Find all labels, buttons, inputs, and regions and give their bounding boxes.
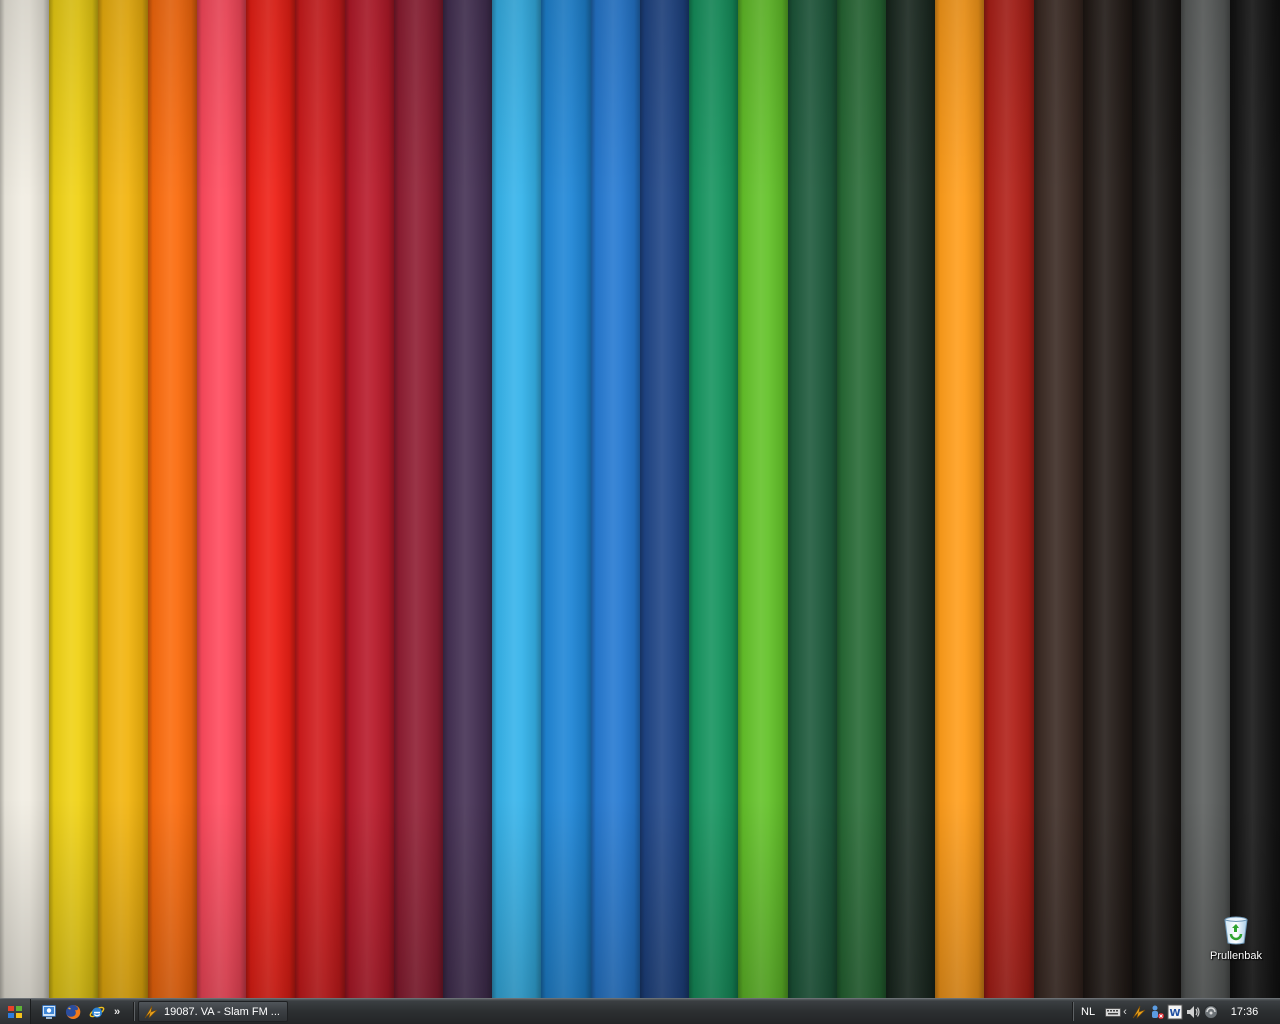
show-desktop-icon [42,1005,56,1019]
quick-launch-bar: » [38,1001,124,1023]
wallpaper-stripe [836,0,887,998]
wallpaper-stripe [1033,0,1084,998]
volume-icon[interactable] [1185,1004,1201,1020]
wallpaper-stripe [1230,0,1280,998]
wallpaper-stripe [196,0,247,998]
wallpaper-stripe [1132,0,1182,998]
task-button-winamp[interactable]: 19087. VA - Slam FM ... [138,1001,288,1022]
wallpaper-stripe [492,0,542,998]
tray-expand-chevron[interactable]: ‹ [1123,1006,1127,1018]
clock[interactable]: 17:36 [1231,1006,1259,1018]
wallpaper-stripe [49,0,99,998]
internet-explorer-launch-button[interactable] [86,1001,108,1023]
taskbar-separator [133,1002,135,1021]
wallpaper-stripe [1082,0,1133,998]
wallpaper-stripe [246,0,296,998]
show-desktop-button[interactable] [38,1001,60,1023]
wallpaper-stripe [935,0,985,998]
wallpaper-stripe [885,0,936,998]
wallpaper-stripe [442,0,493,998]
winamp-tray-icon[interactable] [1131,1004,1147,1020]
wallpaper-stripe [984,0,1034,998]
wallpaper-stripe [787,0,837,998]
language-indicator[interactable]: NL [1081,1006,1095,1018]
wallpaper-stripe [1181,0,1231,998]
wallpaper-stripe [393,0,444,998]
recycle-bin-shortcut[interactable]: Prullenbak [1203,910,1269,970]
network-user-icon[interactable] [1149,1004,1165,1020]
firefox-icon [66,1004,81,1019]
wallpaper-stripe [738,0,788,998]
winamp-icon [144,1005,158,1019]
word-icon[interactable]: W [1167,1004,1183,1020]
start-orb-icon [8,1005,22,1018]
wallpaper-stripe [689,0,739,998]
keyboard-icon[interactable] [1105,1004,1122,1020]
wallpaper-stripe [147,0,198,998]
internet-explorer-icon [89,1006,105,1018]
firefox-launch-button[interactable] [62,1001,84,1023]
wallpaper [0,0,1280,998]
taskbar: » 19087. VA - Slam FM ... NL ‹ W 17:36 [0,998,1280,1024]
system-tray: NL ‹ W 17:36 [1075,999,1280,1024]
wallpaper-stripe [590,0,641,998]
wallpaper-stripe [295,0,345,998]
tray-separator [1072,1002,1074,1021]
desktop: Prullenbak [0,0,1280,998]
svg-text:W: W [1169,1008,1180,1019]
task-button-label: 19087. VA - Slam FM ... [164,1005,280,1018]
quick-launch-overflow-button[interactable]: » [110,1001,124,1023]
recycle-bin-icon [1224,916,1248,945]
monitor-icon[interactable] [1203,1004,1219,1020]
start-button[interactable] [0,999,31,1024]
recycle-bin-label: Prullenbak [1210,950,1262,962]
wallpaper-stripe [541,0,591,998]
wallpaper-stripe [344,0,394,998]
wallpaper-stripe [98,0,148,998]
wallpaper-stripe [639,0,690,998]
wallpaper-stripe [0,0,50,998]
